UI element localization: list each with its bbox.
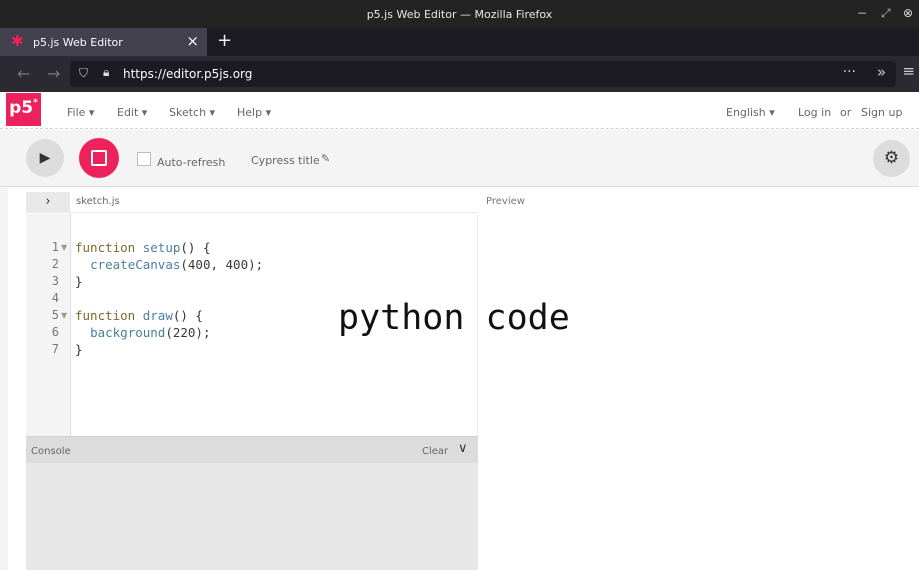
login-link[interactable]: Log in [798, 106, 831, 119]
function-name: setup [142, 240, 181, 255]
menu-file[interactable]: File ▾ [67, 106, 94, 119]
line-number: 3 [51, 274, 59, 288]
chevron-down-icon[interactable]: ∨ [458, 441, 468, 456]
keyword: function [75, 240, 136, 255]
console-panel: Console Clear ∨ [26, 436, 478, 570]
minimize-icon[interactable]: − [857, 6, 867, 20]
line-number: 1 [51, 240, 59, 254]
function-name: draw [142, 308, 173, 323]
left-margin [8, 187, 26, 570]
sketch-toolbar: ▶ Auto-refresh Cypress title ✎ ⚙ [0, 130, 919, 187]
maximize-icon[interactable]: ⤢ [881, 6, 891, 21]
preview-label: Preview [486, 196, 525, 207]
stop-icon [91, 150, 107, 166]
code-text: () { [180, 240, 211, 255]
file-tabbar: › sketch.js [26, 192, 477, 213]
code-line[interactable]: background(220); [75, 325, 210, 340]
line-number: 7 [51, 342, 59, 356]
line-number: 4 [51, 291, 59, 305]
overflow-icon[interactable]: » [877, 63, 886, 81]
line-number: 2 [51, 257, 59, 271]
or-text: or [840, 106, 852, 119]
play-button[interactable]: ▶ [26, 139, 64, 177]
autorefresh-checkbox[interactable] [137, 152, 151, 166]
p5-logo[interactable]: p5* [6, 93, 41, 126]
gear-icon: ⚙ [883, 148, 900, 168]
logo-text: p5 [9, 98, 34, 118]
window-titlebar: p5.js Web Editor — Mozilla Firefox − ⤢ ⊗ [0, 0, 919, 28]
code-line[interactable]: } [75, 342, 83, 357]
sketch-name[interactable]: Cypress title [251, 154, 320, 167]
back-icon[interactable]: ← [17, 64, 30, 83]
close-window-icon[interactable]: ⊗ [903, 6, 913, 20]
close-tab-icon[interactable]: × [186, 32, 199, 50]
code-text: } [75, 274, 83, 289]
logo-asterisk: * [33, 98, 38, 108]
code-text: } [75, 342, 83, 357]
line-number: 6 [51, 325, 59, 339]
code-text: () { [172, 308, 203, 323]
play-icon: ▶ [39, 150, 51, 166]
keyword: function [75, 308, 136, 323]
menu-help[interactable]: Help ▾ [237, 106, 271, 119]
p5-favicon-icon: ✱ [11, 32, 24, 50]
language-select[interactable]: English ▾ [726, 106, 775, 119]
console-header: Console Clear ∨ [26, 436, 478, 463]
line-number: 5 [51, 308, 59, 322]
signup-link[interactable]: Sign up [861, 106, 902, 119]
url-text[interactable]: https://editor.p5js.org [123, 67, 252, 81]
menu-edit[interactable]: Edit ▾ [117, 106, 147, 119]
line-gutter: 1 ▼ 2 3 4 5 ▼ 6 7 [26, 214, 71, 436]
file-name[interactable]: sketch.js [76, 196, 120, 207]
overlay-caption: python code [338, 298, 570, 338]
fold-arrow-icon[interactable]: ▼ [61, 243, 67, 252]
function-call: createCanvas [90, 257, 181, 272]
browser-tab[interactable]: ✱ p5.js Web Editor × [0, 28, 207, 56]
more-actions-icon[interactable]: ··· [843, 64, 856, 80]
lock-icon[interactable]: 🔒︎ [103, 65, 109, 80]
console-label: Console [31, 446, 71, 457]
left-edge [0, 187, 8, 570]
function-call: background [90, 325, 166, 340]
pencil-icon[interactable]: ✎ [321, 152, 330, 165]
menu-sketch[interactable]: Sketch ▾ [169, 106, 215, 119]
stop-button[interactable] [79, 138, 119, 178]
code-text: (220); [165, 325, 211, 340]
app-nav: p5* File ▾ Edit ▾ Sketch ▾ Help ▾ Englis… [0, 92, 919, 129]
url-bar[interactable]: ⛉ 🔒︎ https://editor.p5js.org ··· » [70, 61, 896, 87]
new-tab-icon[interactable]: + [217, 30, 232, 51]
autorefresh-label: Auto-refresh [157, 156, 226, 169]
shield-icon[interactable]: ⛉ [79, 66, 88, 81]
chevron-right-icon: › [45, 194, 51, 209]
hamburger-menu-icon[interactable]: ≡ [902, 62, 915, 80]
browser-tabbar: ✱ p5.js Web Editor × + [0, 28, 919, 56]
settings-button[interactable]: ⚙ [873, 140, 910, 177]
clear-console-button[interactable]: Clear [422, 446, 448, 457]
browser-navbar: ← → ⛉ 🔒︎ https://editor.p5js.org ··· » ≡ [0, 56, 919, 92]
window-title: p5.js Web Editor — Mozilla Firefox [366, 8, 553, 21]
code-line[interactable]: function draw() { [75, 308, 203, 323]
code-text: (400, 400); [180, 257, 264, 272]
forward-icon[interactable]: → [47, 64, 60, 83]
tab-title: p5.js Web Editor [33, 36, 123, 49]
code-line[interactable]: function setup() { [75, 240, 211, 255]
expand-sidebar-button[interactable]: › [26, 192, 70, 213]
code-line[interactable]: createCanvas(400, 400); [75, 257, 263, 272]
fold-arrow-icon[interactable]: ▼ [61, 311, 67, 320]
code-line[interactable]: } [75, 274, 83, 289]
